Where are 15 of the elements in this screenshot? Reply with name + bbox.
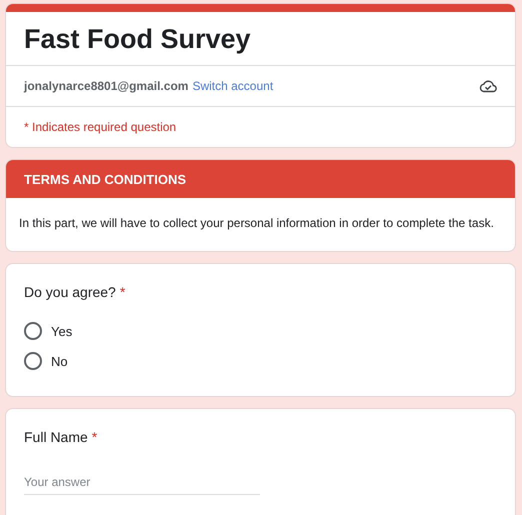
radio-button[interactable]: [24, 352, 42, 370]
required-mark: *: [92, 429, 98, 445]
account-email: jonalynarce8801@gmail.com: [24, 79, 188, 93]
radio-button[interactable]: [24, 322, 42, 340]
option-label: Yes: [51, 324, 72, 338]
section-title: TERMS AND CONDITIONS: [6, 160, 515, 198]
cloud-check-icon: [479, 79, 497, 93]
required-note: * Indicates required question: [24, 120, 176, 134]
switch-account-link[interactable]: Switch account: [192, 79, 274, 93]
required-mark: *: [120, 284, 126, 300]
question-title: Do you agree?: [24, 284, 116, 300]
form-title: Fast Food Survey: [23, 23, 252, 56]
option-label: No: [51, 354, 68, 368]
question-title: Full Name: [24, 429, 88, 445]
section-description: In this part, we will have to collect your personal information in order to complete the task.: [18, 215, 495, 232]
